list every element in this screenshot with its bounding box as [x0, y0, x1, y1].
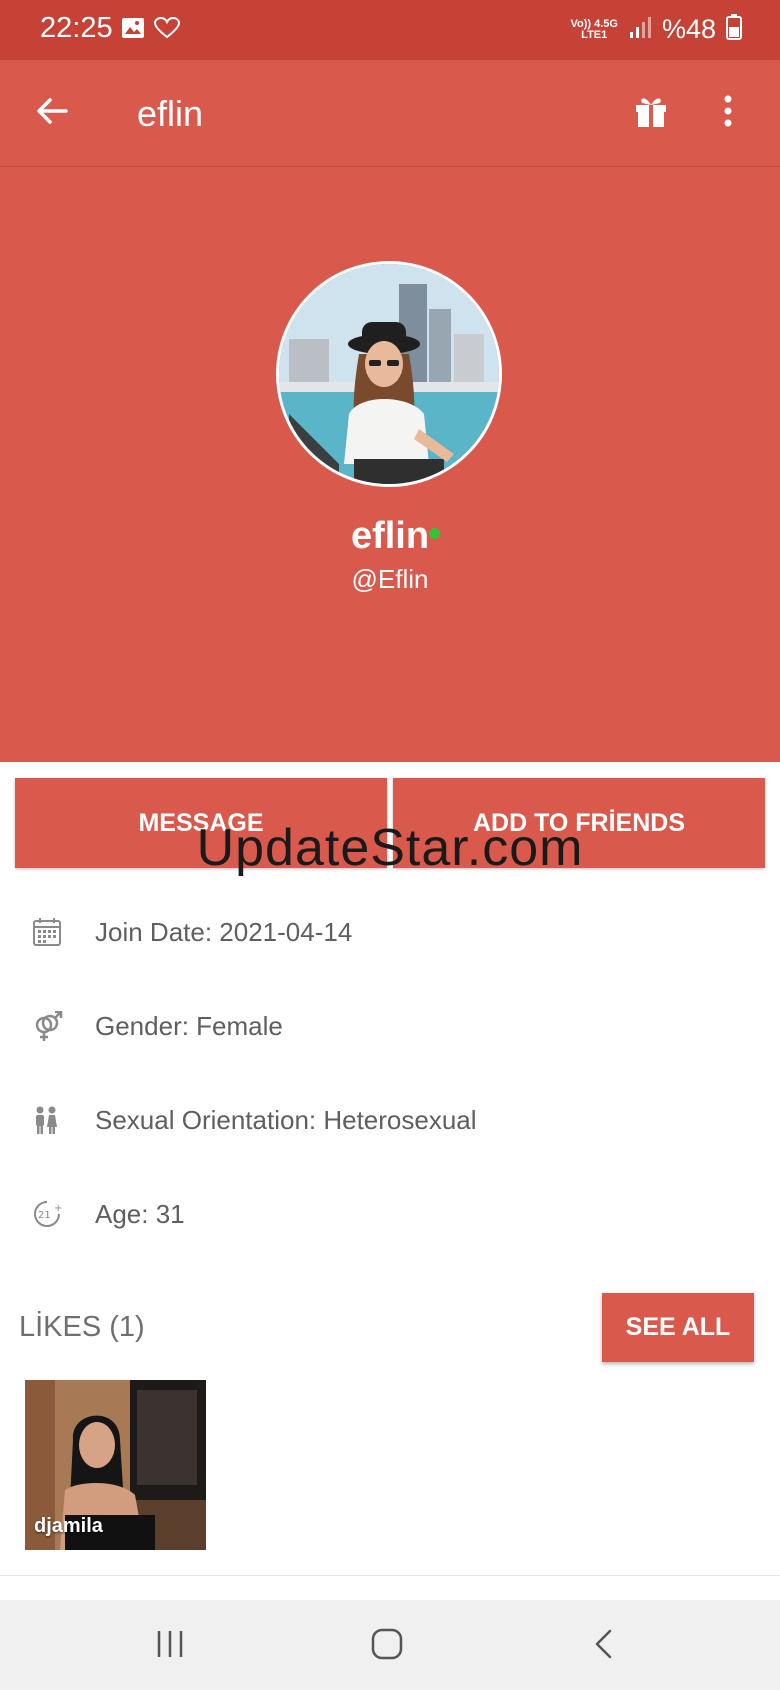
- signal-icon: [628, 15, 652, 44]
- join-date-text: Join Date: 2021-04-14: [95, 917, 353, 947]
- app-bar: eflin: [0, 60, 780, 167]
- system-back-icon[interactable]: [592, 1628, 616, 1665]
- battery-level: %48: [661, 14, 716, 44]
- info-row-age: 21 + Age: 31: [0, 1185, 780, 1245]
- status-time: 22:25: [40, 12, 113, 44]
- likes-header: LİKES (1): [19, 1311, 145, 1343]
- info-row-orientation: Sexual Orientation: Heterosexual: [0, 1091, 780, 1151]
- svg-text:+: +: [54, 1203, 62, 1214]
- see-all-button[interactable]: SEE ALL: [602, 1293, 754, 1362]
- couple-icon: [32, 1105, 60, 1140]
- info-row-gender: Gender: Female: [0, 997, 780, 1057]
- message-button[interactable]: MESSAGE: [15, 778, 387, 868]
- orientation-text: Sexual Orientation: Heterosexual: [95, 1105, 477, 1135]
- battery-icon: [726, 14, 742, 45]
- network-indicator: Vo)) 4.5G LTE1: [570, 17, 618, 41]
- profile-header: eflin @Eflin: [0, 167, 780, 762]
- more-options-icon[interactable]: [722, 94, 734, 133]
- age-text: Age: 31: [95, 1199, 185, 1229]
- online-status-dot: [429, 528, 440, 539]
- back-arrow-icon[interactable]: [34, 93, 70, 134]
- liked-profile-card[interactable]: djamila: [25, 1380, 206, 1550]
- svg-text:21: 21: [38, 1210, 51, 1221]
- liked-profile-name: djamila: [34, 1515, 103, 1537]
- home-icon[interactable]: [370, 1628, 404, 1665]
- gender-icon: [32, 1010, 64, 1048]
- system-nav-bar: [0, 1600, 780, 1690]
- app-bar-title: eflin: [137, 93, 204, 134]
- info-row-join-date: Join Date: 2021-04-14: [0, 903, 780, 963]
- network-type: Vo)) 4.5G: [570, 17, 618, 30]
- network-lte: LTE1: [581, 28, 608, 41]
- recent-apps-icon[interactable]: [155, 1628, 185, 1665]
- heart-icon: [153, 16, 181, 44]
- profile-username: @Eflin: [351, 564, 429, 594]
- avatar[interactable]: [276, 261, 502, 487]
- gift-icon[interactable]: [634, 94, 668, 133]
- gender-text: Gender: Female: [95, 1011, 283, 1041]
- calendar-icon: [32, 917, 62, 952]
- age-21-icon: 21 +: [32, 1199, 64, 1234]
- divider: [0, 1575, 780, 1576]
- status-bar: 22:25 Vo)) 4.5G LTE1 %48: [0, 0, 780, 60]
- status-right-group: Vo)) 4.5G LTE1 %48: [570, 14, 742, 45]
- add-to-friends-button[interactable]: ADD TO FRİENDS: [393, 778, 765, 868]
- gallery-icon: [121, 17, 145, 44]
- profile-name: eflin: [350, 515, 430, 557]
